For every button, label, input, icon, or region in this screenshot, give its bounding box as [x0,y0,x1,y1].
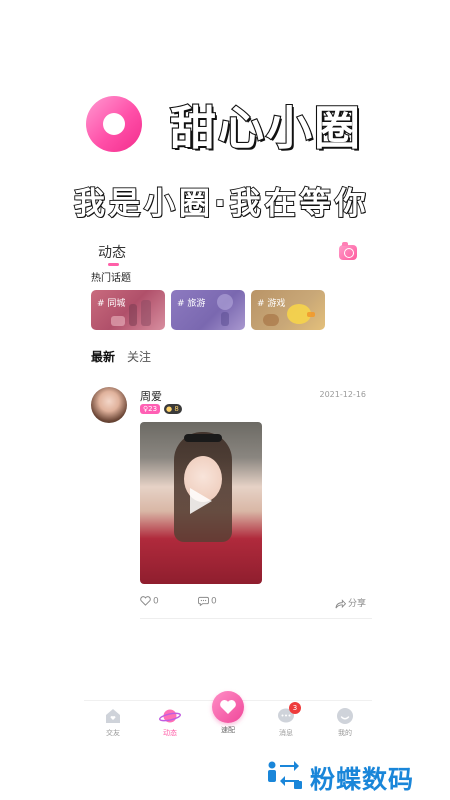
topic-label: # 旅游 [177,299,206,309]
gender-age-badge: ♀23 [140,404,161,414]
camera-icon[interactable] [339,242,357,260]
tab-friends[interactable]: 交友 [93,707,133,738]
tab-feed[interactable]: 动态 [98,242,126,262]
app-screen: 动态 热门话题 # 同城 # 旅游 # 游戏 最新 关注 周爱 2021-12-… [84,234,372,744]
tab-moments[interactable]: 动态 [150,707,190,738]
tab-following[interactable]: 关注 [127,348,151,365]
tab-latest[interactable]: 最新 [91,348,115,365]
tab-label: 速配 [221,726,235,734]
unread-badge: 3 [289,702,301,714]
brand-title: 甜心小圈 [169,100,362,156]
topic-card-travel[interactable]: # 旅游 [171,290,245,330]
tab-label: 动态 [163,729,177,737]
tab-match[interactable]: 速配 [208,691,248,735]
like-count: 0 [153,596,159,607]
tab-profile[interactable]: 我的 [325,707,365,738]
heart-icon [220,700,236,714]
share-label: 分享 [347,599,366,609]
app-logo-icon [86,96,142,152]
bottom-tab-bar: 交友 动态 速配 3 消息 我的 [84,691,372,744]
play-icon[interactable] [190,488,212,514]
tab-label: 交友 [106,729,120,737]
tab-indicator [108,263,119,266]
topic-label: # 同城 [97,299,126,309]
watermark-text: 粉蝶数码 [310,765,415,794]
hot-topics-title: 热门话题 [91,273,131,284]
promo-banner: 甜心小圈 我是小圈·我在等你 [0,0,450,230]
share-button[interactable]: 分享 [335,596,366,609]
comment-count: 0 [211,596,217,607]
promo-slogan: 我是小圈·我在等你 [73,185,370,223]
home-icon [106,709,120,723]
post-card: 周爱 2021-12-16 ♀23 ● 8 0 0 分享 [84,382,372,620]
video-thumbnail-sunglasses [184,434,222,442]
tab-label: 消息 [279,729,293,737]
tab-messages[interactable]: 3 消息 [266,702,306,738]
profile-icon [337,708,353,724]
like-button[interactable]: 0 [140,596,159,607]
tab-label: 我的 [338,729,352,737]
transfer-icon [268,761,302,789]
match-button[interactable] [212,691,244,723]
comment-button[interactable]: 0 [198,596,217,607]
topic-card-games[interactable]: # 游戏 [251,290,325,330]
comment-icon [198,596,209,607]
post-username[interactable]: 周爱 [140,388,162,404]
avatar[interactable] [91,387,127,423]
topic-label: # 游戏 [257,299,286,309]
planet-icon [159,709,181,723]
level-badge: ● 8 [164,404,182,414]
heart-outline-icon [140,596,151,606]
share-icon [335,598,347,608]
post-date: 2021-12-16 [319,390,367,399]
post-divider [140,618,372,619]
topic-card-local[interactable]: # 同城 [91,290,165,330]
post-video[interactable] [140,422,262,584]
watermark: 粉蝶数码 [266,758,446,794]
